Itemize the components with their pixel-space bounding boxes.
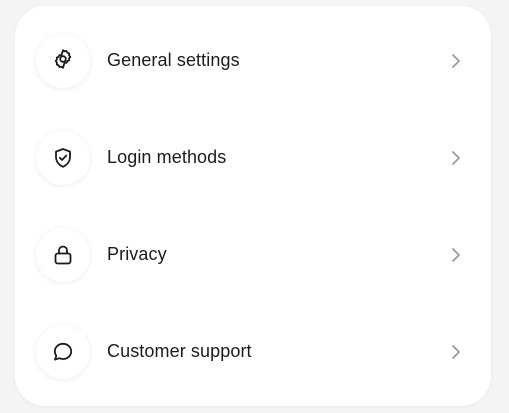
gear-icon — [36, 33, 90, 88]
shield-check-icon — [36, 130, 90, 185]
menu-item-privacy[interactable]: Privacy — [15, 206, 491, 303]
chevron-right-icon — [449, 52, 463, 70]
menu-item-customer-support[interactable]: Customer support — [15, 303, 491, 400]
menu-item-label: General settings — [107, 50, 240, 70]
chevron-right-icon — [449, 246, 463, 264]
menu-item-label: Login methods — [107, 147, 227, 167]
chevron-right-icon — [449, 343, 463, 361]
menu-item-login-methods[interactable]: Login methods — [15, 109, 491, 206]
chevron-right-icon — [449, 149, 463, 167]
menu-item-label: Privacy — [107, 244, 167, 264]
settings-menu-card: General settings Login methods Privacy C… — [15, 6, 491, 406]
menu-item-general-settings[interactable]: General settings — [15, 12, 491, 109]
lock-icon — [36, 227, 90, 282]
menu-item-label: Customer support — [107, 341, 252, 361]
chat-bubble-icon — [36, 324, 90, 379]
